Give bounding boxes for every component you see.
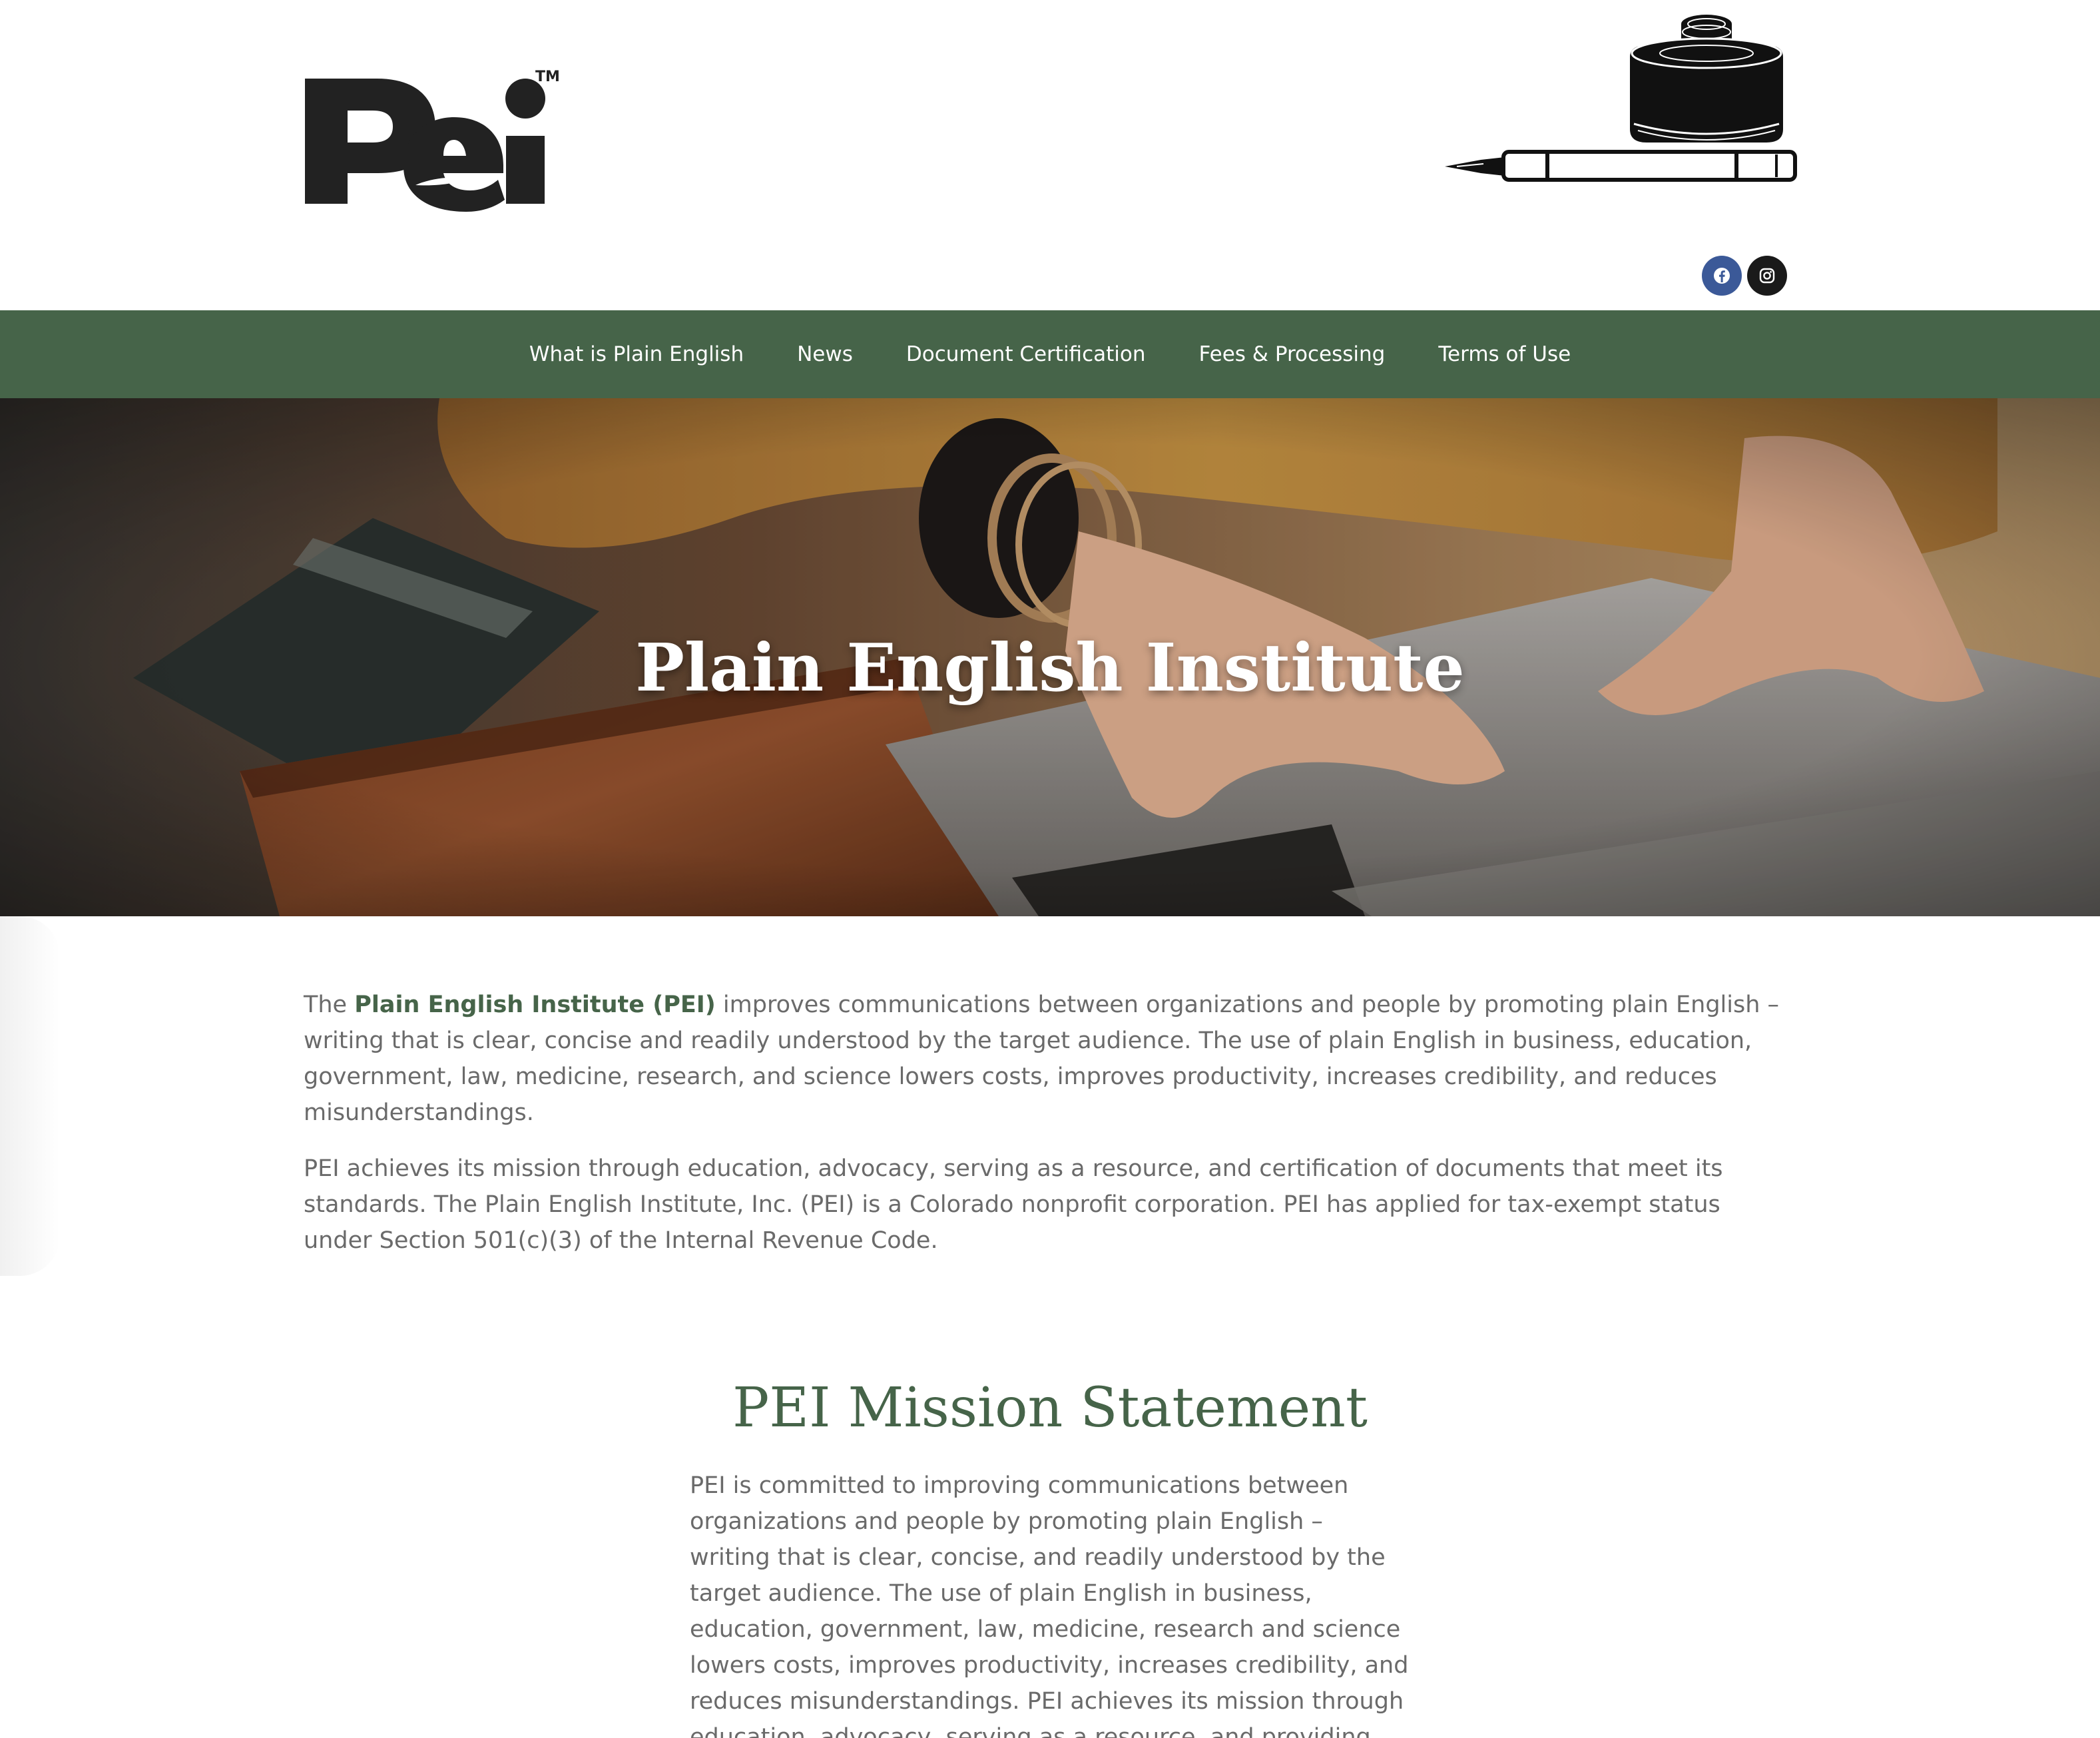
facebook-icon[interactable] (1702, 256, 1742, 296)
nav-item-document-certification[interactable]: Document Certification (880, 342, 1173, 366)
intro-org-name: Plain English Institute (PEI) (354, 992, 716, 1018)
intro-paragraph-1: The Plain English Institute (PEI) improv… (304, 987, 1790, 1131)
mission-text: PEI is committed to improving communicat… (690, 1472, 1409, 1738)
social-links (1702, 256, 1787, 296)
intro-p1-prefix: The (304, 992, 355, 1018)
nav-item-terms-of-use[interactable]: Terms of Use (1412, 342, 1597, 366)
nav-item-what-is-plain-english[interactable]: What is Plain English (503, 342, 770, 366)
mission-title: PEI Mission Statement (732, 1376, 1368, 1440)
nav-item-fees-processing[interactable]: Fees & Processing (1173, 342, 1412, 366)
hero-banner: Plain English Institute (0, 398, 2100, 916)
left-edge-shadow (0, 916, 60, 1276)
nav-item-news[interactable]: News (770, 342, 880, 366)
intro-paragraph-2: PEI achieves its mission through educati… (304, 1155, 1723, 1254)
intro-section: The Plain English Institute (PEI) improv… (304, 987, 1790, 1279)
trademark-label: TM (535, 69, 560, 85)
instagram-icon[interactable] (1747, 256, 1787, 296)
ink-bottle-pen-illustration (1444, 11, 1799, 192)
pei-logo[interactable]: TM (304, 67, 563, 213)
hero-title: Plain English Institute (635, 630, 1465, 707)
main-nav: What is Plain English News Document Cert… (0, 310, 2100, 398)
